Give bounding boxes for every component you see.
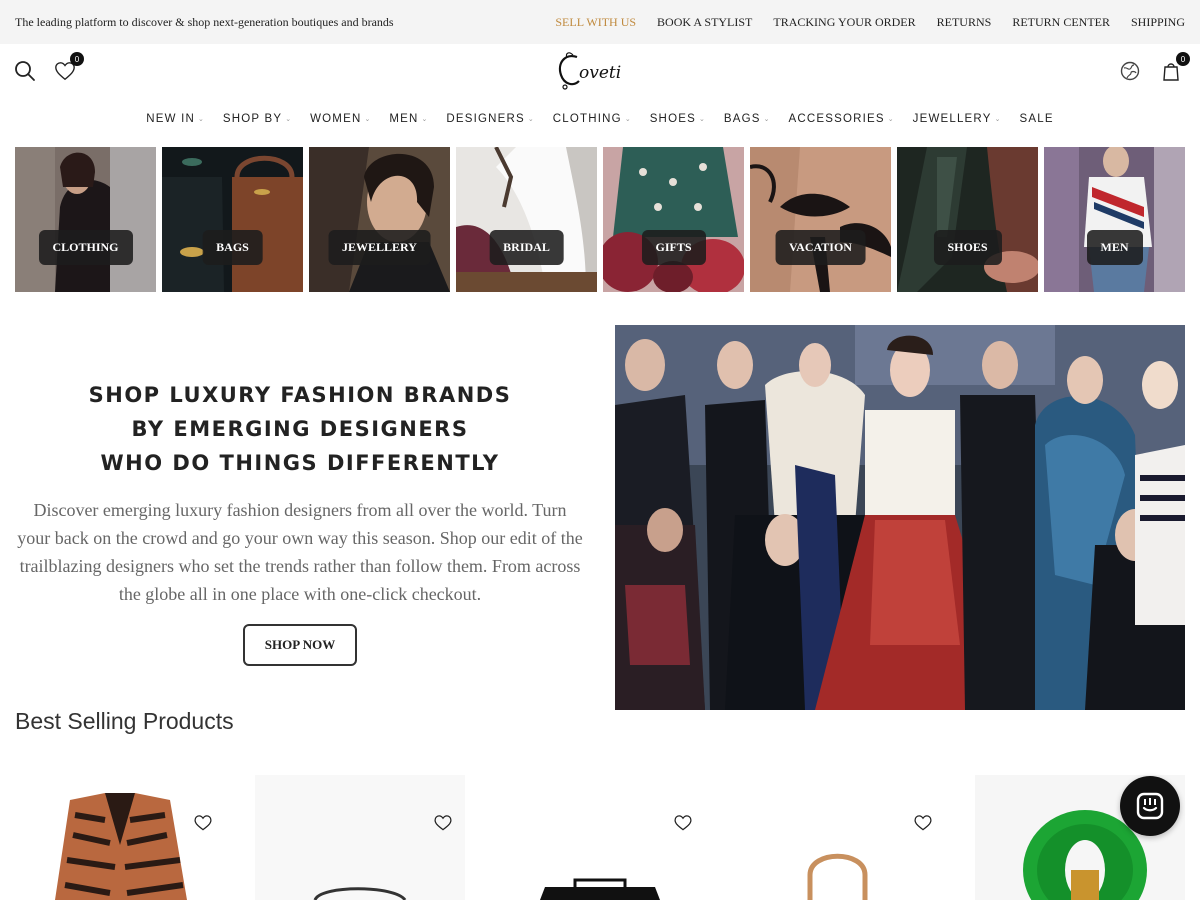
category-label: VACATION: [775, 230, 866, 265]
category-label: JEWELLERY: [328, 230, 431, 265]
wishlist-count-badge: 0: [70, 52, 84, 66]
globe-icon[interactable]: [1117, 58, 1143, 84]
top-link-returns[interactable]: RETURNS: [937, 15, 992, 30]
category-label: BRIDAL: [489, 230, 564, 265]
category-tiles: CLOTHING BAGS JEWELLERY BRIDAL GIFTS VAC…: [15, 147, 1185, 292]
search-icon[interactable]: [12, 58, 38, 84]
category-tile-shoes[interactable]: SHOES: [897, 147, 1038, 292]
top-announcement-bar: The leading platform to discover & shop …: [0, 0, 1200, 44]
top-link-book-stylist[interactable]: BOOK A STYLIST: [657, 15, 752, 30]
hero-title: SHOP LUXURY FASHION BRANDS BY EMERGING D…: [88, 383, 512, 475]
category-label: SHOES: [933, 230, 1002, 265]
category-tile-bridal[interactable]: BRIDAL: [456, 147, 597, 292]
svg-text:oveti: oveti: [579, 63, 621, 83]
wishlist-heart-icon[interactable]: [433, 813, 453, 833]
wishlist-heart-icon[interactable]: 0: [52, 52, 84, 84]
chevron-down-icon: ⌄: [763, 116, 770, 123]
chevron-down-icon: ⌄: [994, 116, 1001, 123]
product-image: [735, 775, 945, 900]
product-card[interactable]: [735, 775, 945, 900]
best-selling-products: [15, 775, 1200, 900]
category-image: [897, 147, 1038, 292]
chevron-down-icon: ⌄: [527, 116, 534, 123]
category-image: [750, 147, 891, 292]
nav-item-accessories[interactable]: ACCESSORIES ⌄: [788, 113, 893, 125]
nav-item-shop-by[interactable]: SHOP BY ⌄: [223, 113, 291, 125]
category-label: MEN: [1086, 230, 1143, 265]
category-label: GIFTS: [641, 230, 706, 265]
category-image: [603, 147, 744, 292]
chevron-down-icon: ⌄: [198, 116, 204, 123]
shop-now-button[interactable]: SHOP NOW: [242, 624, 358, 666]
nav-item-men[interactable]: MEN ⌄: [389, 113, 427, 125]
nav-item-clothing[interactable]: CLOTHING ⌄: [553, 113, 631, 125]
shopping-bag-icon[interactable]: 0: [1158, 52, 1190, 84]
nav-item-bags[interactable]: BAGS ⌄: [724, 113, 770, 125]
chevron-down-icon: ⌄: [887, 116, 894, 123]
category-image: [15, 147, 156, 292]
category-label: CLOTHING: [38, 230, 133, 265]
category-tile-vacation[interactable]: VACATION: [750, 147, 891, 292]
top-link-return-center[interactable]: RETURN CENTER: [1012, 15, 1110, 30]
nav-item-new-in[interactable]: NEW IN ⌄: [146, 113, 204, 125]
top-link-sell-with-us[interactable]: SELL WITH US: [555, 15, 636, 30]
site-header: 0 oveti 0: [0, 44, 1200, 104]
wishlist-heart-icon[interactable]: [193, 813, 213, 833]
category-image: [1044, 147, 1185, 292]
best-selling-title: Best Selling Products: [15, 708, 234, 734]
tagline: The leading platform to discover & shop …: [15, 15, 394, 29]
chevron-down-icon: ⌄: [624, 116, 631, 123]
cart-count-badge: 0: [1176, 52, 1190, 66]
nav-item-jewellery[interactable]: JEWELLERY ⌄: [913, 113, 1001, 125]
hero-text-block: SHOP LUXURY FASHION BRANDS BY EMERGING D…: [15, 378, 585, 666]
category-tile-gifts[interactable]: GIFTS: [603, 147, 744, 292]
category-image: [309, 147, 450, 292]
wishlist-heart-icon[interactable]: [913, 813, 933, 833]
chevron-down-icon: ⌄: [364, 116, 371, 123]
category-tile-bags[interactable]: BAGS: [162, 147, 303, 292]
category-label: BAGS: [202, 230, 263, 265]
hero-image: [615, 325, 1185, 710]
product-image: [495, 775, 705, 900]
product-card[interactable]: [15, 775, 225, 900]
category-image: [162, 147, 303, 292]
nav-item-sale[interactable]: SALE: [1019, 113, 1053, 125]
chevron-down-icon: ⌄: [698, 116, 705, 123]
category-tile-men[interactable]: MEN: [1044, 147, 1185, 292]
category-image: [456, 147, 597, 292]
category-tile-clothing[interactable]: CLOTHING: [15, 147, 156, 292]
chat-icon: [1136, 792, 1164, 820]
main-navigation: NEW IN ⌄ SHOP BY ⌄ WOMEN ⌄ MEN ⌄ DESIGNERS ⌄ …: [0, 104, 1200, 134]
nav-item-designers[interactable]: DESIGNERS ⌄: [446, 113, 533, 125]
wishlist-heart-icon[interactable]: [673, 813, 693, 833]
coveti-logo[interactable]: oveti: [555, 49, 647, 93]
category-tile-jewellery[interactable]: JEWELLERY: [309, 147, 450, 292]
top-link-tracking-order[interactable]: TRACKING YOUR ORDER: [773, 15, 915, 30]
product-card[interactable]: [255, 775, 465, 900]
top-link-shipping[interactable]: SHIPPING: [1131, 15, 1185, 30]
nav-item-women[interactable]: WOMEN ⌄: [310, 113, 370, 125]
product-image: [15, 775, 225, 900]
top-links: SELL WITH US BOOK A STYLIST TRACKING YOU…: [555, 15, 1185, 30]
product-image: [255, 775, 465, 900]
product-card[interactable]: [495, 775, 705, 900]
nav-item-shoes[interactable]: SHOES ⌄: [650, 113, 705, 125]
hero-description: Discover emerging luxury fashion designe…: [17, 500, 583, 604]
chat-support-button[interactable]: [1120, 776, 1180, 836]
chevron-down-icon: ⌄: [285, 116, 292, 123]
chevron-down-icon: ⌄: [421, 116, 428, 123]
